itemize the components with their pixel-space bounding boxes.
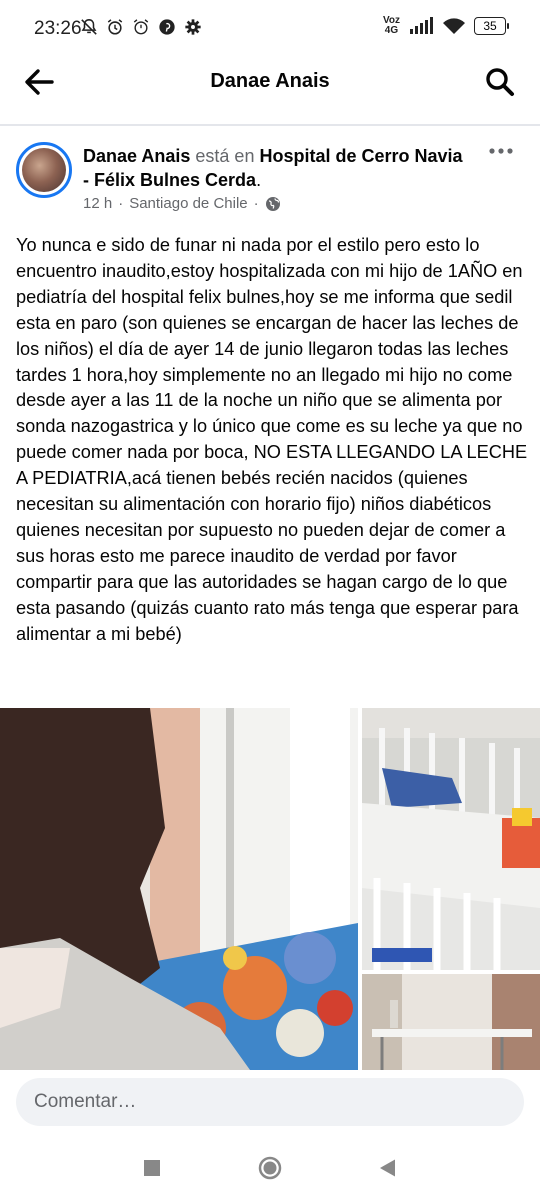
- header-divider: [0, 124, 540, 126]
- battery-indicator: 35: [474, 17, 509, 35]
- square-icon[interactable]: [140, 1156, 164, 1180]
- post-text: Yo nunca e sido de funar ni nada por el …: [16, 235, 528, 644]
- photo-grid: [0, 708, 540, 1070]
- post-place: Santiago de Chile: [129, 195, 248, 212]
- avatar[interactable]: [16, 142, 72, 198]
- search-icon[interactable]: [484, 66, 516, 98]
- app-bar: Danae Anais: [0, 58, 540, 106]
- photo-hospital-room-image: [362, 974, 540, 1070]
- post-header: Danae Anais está en Hospital de Cerro Na…: [16, 140, 524, 220]
- post-author-line: Danae Anais está en Hospital de Cerro Na…: [83, 146, 463, 190]
- status-icons-right: Voz 4G 35: [382, 15, 509, 36]
- alarm-icon: [107, 19, 123, 35]
- meta-separator: ·: [118, 195, 124, 212]
- alarm-off-icon: [133, 19, 149, 35]
- comment-bar: [0, 1070, 540, 1136]
- check-in-connector: está en: [195, 146, 255, 166]
- avatar-image: [22, 148, 66, 192]
- status-icons-left: [80, 18, 202, 36]
- more-dots-icon[interactable]: [488, 146, 514, 156]
- comment-input[interactable]: [16, 1078, 524, 1126]
- photo-hospital-room[interactable]: [362, 974, 540, 1070]
- circle-icon[interactable]: [258, 1156, 282, 1180]
- network-type: Voz 4G: [382, 15, 400, 36]
- photo-child-in-bed-image: [0, 708, 358, 1070]
- photo-hospital-crib-image: [362, 708, 540, 970]
- post-meta: 12 h · Santiago de Chile ·: [83, 195, 281, 212]
- photo-child-in-bed[interactable]: [0, 708, 358, 1070]
- status-time: 23:26: [34, 18, 82, 39]
- meta-separator-2: ·: [253, 195, 259, 212]
- triangle-back-icon[interactable]: [376, 1156, 400, 1180]
- system-nav-bar: [0, 1136, 540, 1200]
- page-title: Danae Anais: [210, 70, 330, 92]
- status-bar: 23:26 Voz 4G 35: [0, 0, 540, 58]
- pinterest-icon: [159, 19, 175, 35]
- author-name[interactable]: Danae Anais: [83, 146, 190, 166]
- wifi-icon: [443, 18, 465, 34]
- photo-hospital-crib[interactable]: [362, 708, 540, 970]
- signal-icon: [410, 17, 433, 34]
- settings-icon: [185, 19, 201, 35]
- mute-bell-icon: [81, 19, 97, 35]
- globe-icon: [265, 196, 280, 211]
- post-time[interactable]: 12 h: [83, 195, 112, 212]
